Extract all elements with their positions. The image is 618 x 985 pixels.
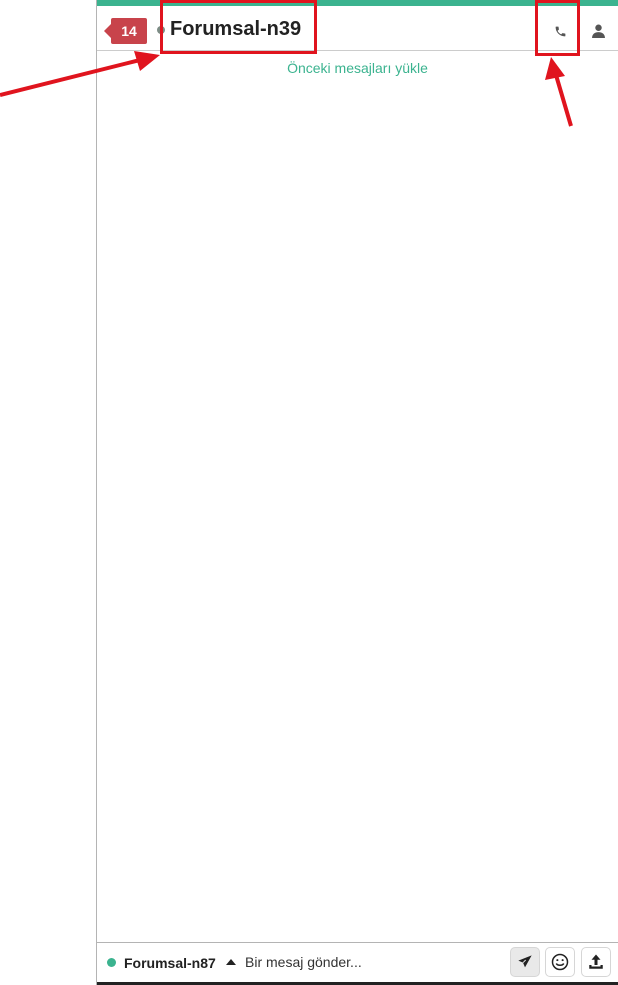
- message-composer: Forumsal-n87: [97, 942, 618, 982]
- emoji-button[interactable]: [545, 947, 575, 977]
- unread-count-badge[interactable]: 14: [104, 18, 147, 44]
- current-user-name[interactable]: Forumsal-n87: [124, 955, 216, 971]
- send-button[interactable]: [510, 947, 540, 977]
- unread-count: 14: [121, 23, 137, 39]
- user-status-dot: [107, 958, 116, 967]
- load-previous-messages-link[interactable]: Önceki mesajları yükle: [97, 60, 618, 76]
- upload-button[interactable]: [581, 947, 611, 977]
- message-input[interactable]: [245, 951, 505, 973]
- profile-button[interactable]: [585, 18, 611, 44]
- caret-up-icon[interactable]: [226, 959, 236, 965]
- message-list[interactable]: [97, 51, 618, 942]
- paper-plane-icon: [518, 955, 532, 968]
- chat-panel: 14 Forumsal-n39 Önceki mesajları yükle F…: [96, 0, 618, 985]
- annotation-box-call-button: [535, 0, 580, 56]
- annotation-box-contact-name: [160, 0, 317, 54]
- upload-icon: [589, 954, 603, 969]
- user-icon: [591, 24, 605, 38]
- smiley-icon: [551, 953, 569, 971]
